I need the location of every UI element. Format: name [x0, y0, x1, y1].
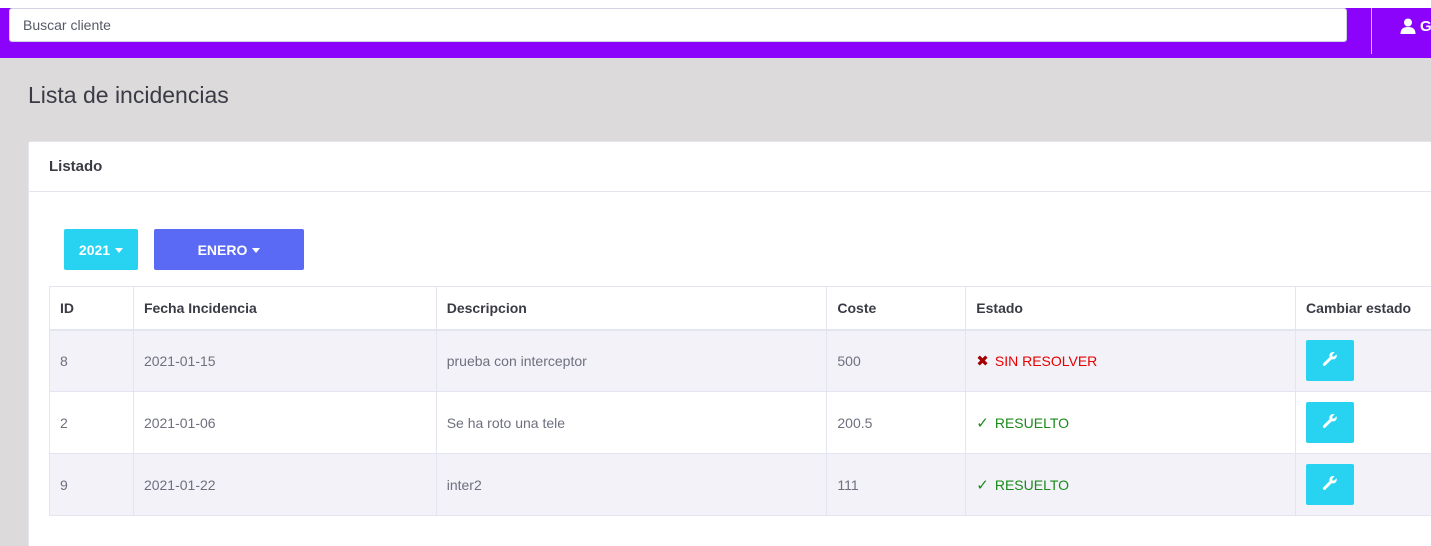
cell-coste: 111	[826, 453, 967, 516]
cell-cambiar-estado	[1295, 391, 1431, 454]
caret-down-icon	[252, 247, 261, 253]
card-title: Listado	[49, 158, 103, 175]
table-header-row: ID Fecha Incidencia Descripcion Coste Es…	[49, 286, 1431, 331]
topbar: G	[0, 8, 1431, 58]
status-badge: ✓ RESUELTO	[976, 476, 1069, 494]
topbar-divider	[1371, 8, 1372, 54]
column-header-fecha[interactable]: Fecha Incidencia	[132, 286, 437, 331]
check-icon: ✓	[976, 414, 989, 432]
caret-down-icon	[115, 247, 124, 253]
change-status-button[interactable]	[1306, 340, 1355, 382]
page-title: Lista de incidencias	[28, 82, 229, 108]
cell-estado: ✖ SIN RESOLVER	[965, 329, 1297, 392]
cell-fecha: 2021-01-22	[132, 453, 437, 516]
change-status-button[interactable]	[1306, 464, 1355, 505]
topbar-top-strip	[0, 0, 1431, 8]
cell-descripcion: inter2	[435, 453, 828, 516]
table-row: 9 2021-01-22 inter2 111 ✓ RESUELTO	[49, 453, 1431, 516]
month-dropdown-label: ENERO	[197, 241, 248, 258]
check-icon: ✓	[976, 476, 989, 494]
table-row: 8 2021-01-15 prueba con interceptor 500 …	[49, 329, 1431, 392]
year-dropdown-button[interactable]: 2021	[64, 229, 138, 270]
table-row: 2 2021-01-06 Se ha roto una tele 200.5 ✓…	[49, 391, 1431, 454]
month-dropdown-button[interactable]: ENERO	[154, 229, 304, 270]
cell-id: 2	[49, 391, 134, 454]
status-badge: ✓ RESUELTO	[976, 414, 1069, 432]
status-text: SIN RESOLVER	[994, 352, 1098, 369]
user-menu[interactable]: G	[1400, 12, 1431, 40]
cell-cambiar-estado	[1295, 453, 1431, 516]
column-header-descripcion[interactable]: Descripcion	[435, 286, 828, 331]
search-input[interactable]	[9, 8, 1347, 42]
cell-id: 8	[49, 329, 134, 392]
cell-id: 9	[49, 453, 134, 516]
cell-fecha: 2021-01-15	[132, 329, 437, 392]
cell-descripcion: Se ha roto una tele	[435, 391, 828, 454]
cell-coste: 500	[826, 329, 967, 392]
wrench-icon	[1322, 413, 1338, 432]
change-status-button[interactable]	[1306, 402, 1355, 443]
column-header-cambiar-estado[interactable]: Cambiar estado	[1295, 286, 1431, 331]
cell-descripcion: prueba con interceptor	[435, 329, 828, 392]
cell-estado: ✓ RESUELTO	[965, 453, 1297, 516]
incidencias-card: Listado 2021 ENERO ID Fecha Incidencia D…	[28, 141, 1431, 546]
column-header-estado[interactable]: Estado	[965, 286, 1297, 331]
status-text: RESUELTO	[994, 414, 1070, 431]
cell-fecha: 2021-01-06	[132, 391, 437, 454]
incidencias-table: ID Fecha Incidencia Descripcion Coste Es…	[49, 286, 1431, 516]
cell-estado: ✓ RESUELTO	[965, 391, 1297, 454]
cell-cambiar-estado	[1295, 329, 1431, 392]
column-header-id[interactable]: ID	[49, 286, 134, 331]
column-header-coste[interactable]: Coste	[826, 286, 967, 331]
year-dropdown-label: 2021	[78, 241, 111, 258]
user-name: G	[1420, 17, 1431, 35]
user-icon	[1400, 18, 1416, 34]
cell-coste: 200.5	[826, 391, 967, 454]
wrench-icon	[1322, 351, 1338, 370]
status-badge: ✖ SIN RESOLVER	[976, 352, 1097, 370]
cross-icon: ✖	[976, 352, 989, 370]
card-header: Listado	[29, 142, 1431, 192]
wrench-icon	[1322, 475, 1338, 494]
status-text: RESUELTO	[994, 476, 1070, 493]
